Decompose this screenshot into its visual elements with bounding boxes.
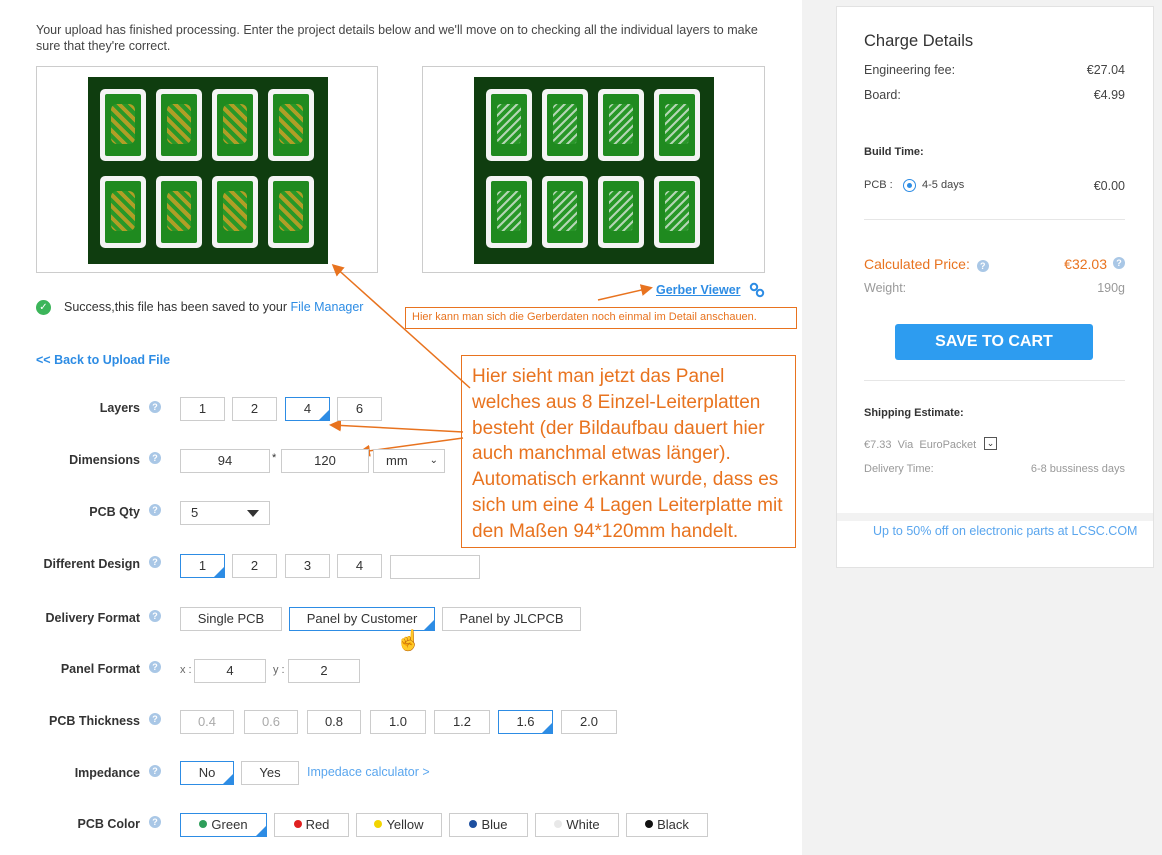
color-yellow[interactable]: Yellow: [356, 813, 442, 837]
impedance-no[interactable]: No: [180, 761, 234, 785]
help-icon[interactable]: ?: [149, 556, 161, 568]
thickness-1-2[interactable]: 1.2: [434, 710, 490, 734]
pcb-build-price: €0.00: [1093, 179, 1125, 193]
delivery-single-pcb[interactable]: Single PCB: [180, 607, 282, 631]
pcb-color-label: PCB Color: [77, 817, 141, 831]
thickness-0-6[interactable]: 0.6: [244, 710, 298, 734]
calculated-price-row: Calculated Price: ? €32.03 ?: [864, 256, 1125, 272]
pcb-qty-select[interactable]: 5: [180, 501, 270, 525]
pcb-build-row: PCB : 4-5 days €0.00: [864, 179, 1125, 193]
impedance-label: Impedance: [74, 766, 140, 780]
delivery-format-label: Delivery Format: [45, 611, 140, 625]
panel-y-input[interactable]: 2: [288, 659, 360, 683]
design-custom-input[interactable]: [390, 555, 480, 579]
impedance-calculator-link[interactable]: Impedace calculator >: [307, 765, 430, 779]
color-blue[interactable]: Blue: [449, 813, 528, 837]
help-icon[interactable]: ?: [149, 713, 161, 725]
help-icon[interactable]: ?: [149, 765, 161, 777]
help-icon[interactable]: ?: [149, 401, 161, 413]
dimension-x-input[interactable]: 94: [180, 449, 270, 473]
charge-details-title: Charge Details: [864, 32, 974, 50]
design-option-3[interactable]: 3: [285, 554, 330, 578]
layers-option-2[interactable]: 2: [232, 397, 277, 421]
unit-value: mm: [386, 453, 408, 468]
delivery-time-value: 6-8 bussiness days: [1030, 463, 1125, 475]
shipping-row: €7.33 Via EuroPacket ⌄: [864, 437, 1125, 451]
color-black[interactable]: Black: [626, 813, 708, 837]
pcb-qty-value: 5: [191, 505, 199, 520]
shipping-dropdown-icon[interactable]: ⌄: [984, 437, 997, 450]
engineering-fee-row: Engineering fee: €27.04: [864, 63, 1125, 77]
help-icon[interactable]: ?: [149, 610, 161, 622]
design-option-1[interactable]: 1: [180, 554, 225, 578]
pcb-thickness-label: PCB Thickness: [48, 714, 140, 728]
help-icon[interactable]: ?: [149, 661, 161, 673]
weight-row: Weight: 190g: [864, 281, 1125, 295]
board-row: Board: €4.99: [864, 88, 1125, 102]
save-to-cart-button[interactable]: SAVE TO CART: [895, 324, 1093, 360]
color-red[interactable]: Red: [274, 813, 349, 837]
delivery-panel-by-jlcpcb[interactable]: Panel by JLCPCB: [442, 607, 581, 631]
dimension-separator: *: [272, 452, 277, 464]
thickness-1-6[interactable]: 1.6: [498, 710, 553, 734]
thickness-1-0[interactable]: 1.0: [370, 710, 426, 734]
caret-down-icon: [247, 510, 259, 517]
layers-label: Layers: [99, 401, 140, 415]
panel-x-label: x :: [180, 664, 192, 676]
lcsc-promo-link[interactable]: Up to 50% off on electronic parts at LCS…: [873, 524, 1137, 538]
engineering-fee-value: €27.04: [1086, 63, 1125, 77]
thickness-2-0[interactable]: 2.0: [561, 710, 617, 734]
color-white[interactable]: White: [535, 813, 619, 837]
panel-format-label: Panel Format: [60, 662, 140, 676]
board-value: €4.99: [1093, 88, 1125, 102]
panel-y-label: y :: [273, 664, 285, 676]
thickness-0-8[interactable]: 0.8: [307, 710, 361, 734]
delivery-time-row: Delivery Time: 6-8 bussiness days: [864, 463, 1125, 475]
hand-cursor-icon: ☝: [396, 630, 421, 652]
unit-select[interactable]: mm ⌄: [373, 449, 445, 473]
layers-option-1[interactable]: 1: [180, 397, 225, 421]
radio-selected[interactable]: [903, 179, 916, 192]
help-icon[interactable]: ?: [1113, 257, 1125, 269]
help-icon[interactable]: ?: [149, 504, 161, 516]
help-icon[interactable]: ?: [149, 816, 161, 828]
card-divider-band: [837, 513, 1153, 521]
thickness-0-4[interactable]: 0.4: [180, 710, 234, 734]
design-option-4[interactable]: 4: [337, 554, 382, 578]
design-option-2[interactable]: 2: [232, 554, 277, 578]
help-icon[interactable]: ?: [976, 260, 989, 272]
panel-x-input[interactable]: 4: [194, 659, 266, 683]
pcb-qty-label: PCB Qty: [89, 505, 140, 519]
calculated-price-value: €32.03: [1064, 256, 1107, 272]
color-green[interactable]: Green: [180, 813, 267, 837]
charge-details-card: Charge Details Engineering fee: €27.04 B…: [836, 6, 1154, 568]
shipping-estimate-label: Shipping Estimate:: [864, 407, 964, 419]
dimensions-label: Dimensions: [69, 453, 140, 467]
help-icon[interactable]: ?: [149, 452, 161, 464]
layers-option-6[interactable]: 6: [337, 397, 382, 421]
build-time-label: Build Time:: [864, 146, 924, 158]
dimension-y-input[interactable]: 120: [281, 449, 369, 473]
different-design-label: Different Design: [43, 557, 140, 571]
layers-option-4[interactable]: 4: [285, 397, 330, 421]
impedance-yes[interactable]: Yes: [241, 761, 299, 785]
chevron-down-icon: ⌄: [429, 455, 438, 466]
weight-value: 190g: [1097, 281, 1125, 295]
